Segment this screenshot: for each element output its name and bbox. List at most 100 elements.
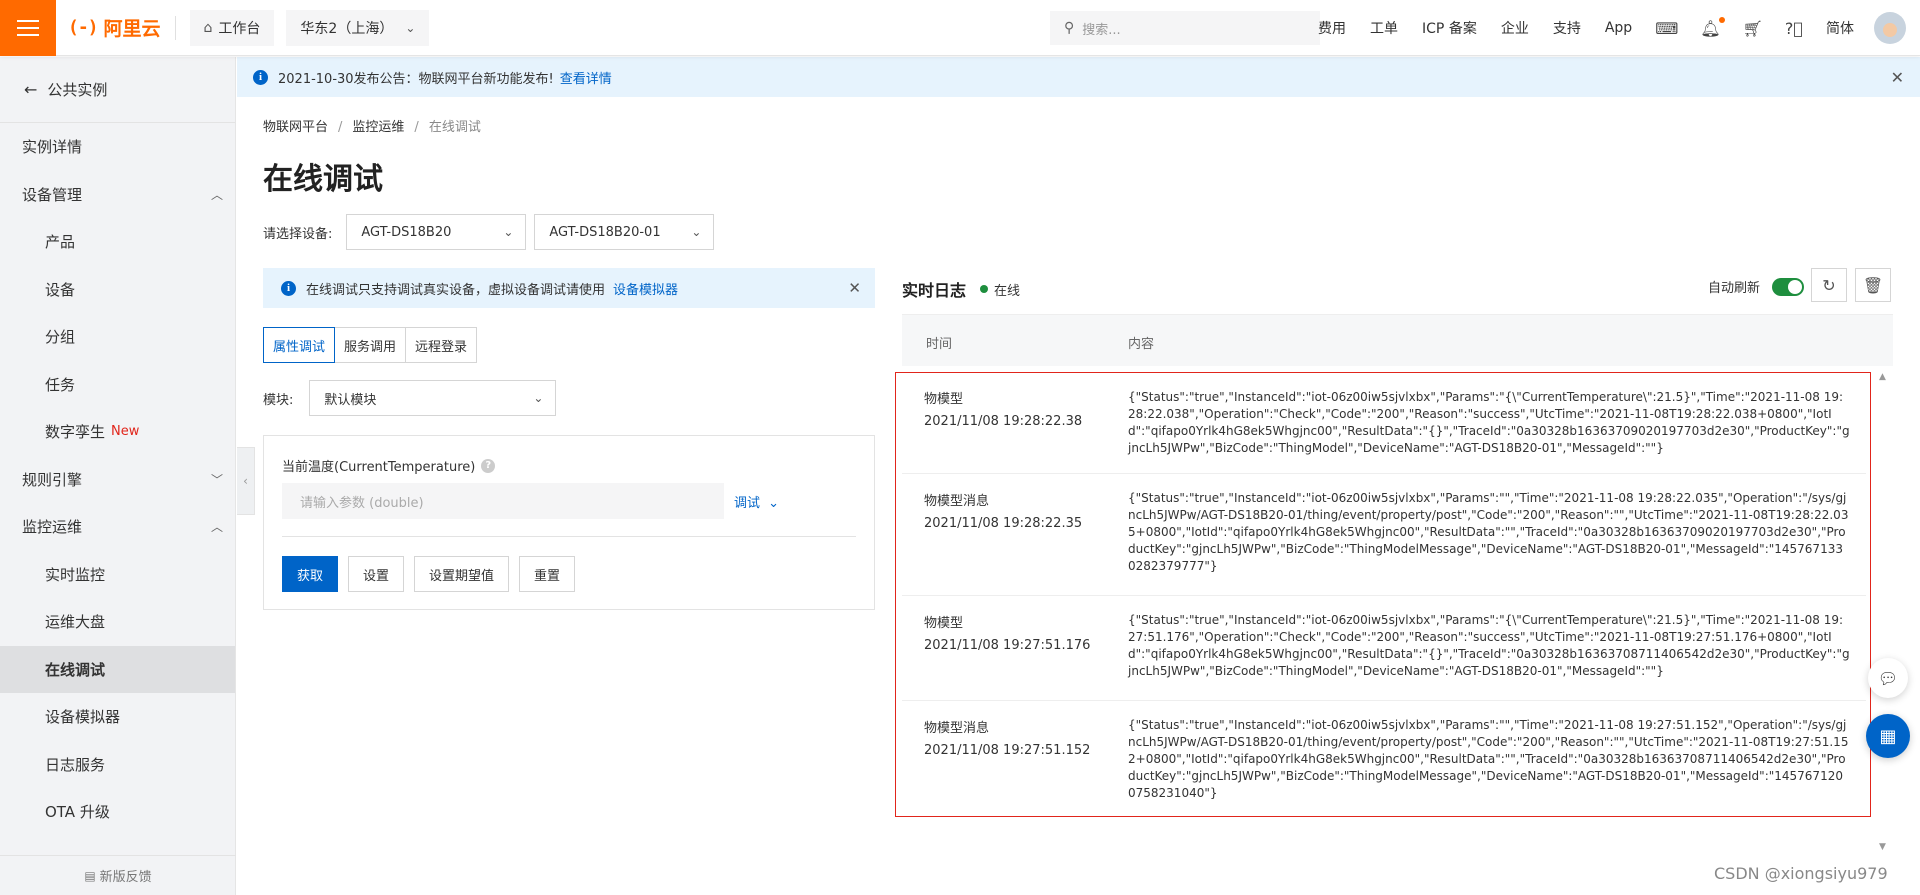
module-row: 模块: 默认模块 ⌄: [263, 380, 557, 416]
debug-dropdown-link[interactable]: 调试 ⌄: [734, 492, 779, 511]
product-select[interactable]: AGT-DS18B20 ⌄: [346, 214, 527, 250]
debug-link-label: 调试: [734, 496, 761, 511]
log-scrollbar[interactable]: ▲ ▼: [1878, 372, 1890, 852]
sidebar-item-products[interactable]: 产品: [0, 218, 235, 266]
avatar[interactable]: [1874, 12, 1906, 44]
scroll-up-icon[interactable]: ▲: [1879, 372, 1886, 382]
online-status: 在线: [980, 280, 1020, 299]
link-enterprise[interactable]: 企业: [1501, 18, 1529, 38]
device-select[interactable]: AGT-DS18B20-01 ⌄: [534, 214, 715, 250]
close-icon[interactable]: ✕: [848, 279, 861, 297]
global-search-input[interactable]: ⚲ 搜索...: [1050, 11, 1320, 45]
apps-float-button[interactable]: ▦: [1866, 714, 1910, 758]
status-dot-icon: [980, 285, 989, 293]
property-input-placeholder: 请输入参数 (double): [300, 495, 424, 511]
announcement-text: 2021-10-30发布公告：物联网平台新功能发布!: [278, 71, 554, 87]
feedback-icon: ▤: [84, 868, 96, 883]
sidebar-item-devices[interactable]: 设备: [0, 266, 235, 314]
tab-property-debug[interactable]: 属性调试: [263, 327, 336, 363]
sidebar-item-tasks[interactable]: 任务: [0, 361, 235, 409]
search-icon: ⚲: [1064, 20, 1075, 36]
sidebar-item-label: 设备模拟器: [45, 708, 121, 727]
bell-icon[interactable]: 🔔︎: [1700, 16, 1725, 38]
aliyun-logo[interactable]: (-) 阿里云: [68, 14, 161, 41]
auto-refresh-control: 自动刷新: [1708, 277, 1805, 296]
chevron-up-icon: ︿: [210, 520, 223, 535]
feedback-button[interactable]: ▤ 新版反馈: [0, 855, 236, 895]
property-label: 当前温度(CurrentTemperature) ?: [282, 456, 496, 475]
link-support[interactable]: 支持: [1553, 18, 1581, 38]
breadcrumb-monitoring[interactable]: 监控运维: [352, 120, 404, 135]
realtime-log-header: 实时日志 在线: [902, 277, 1020, 301]
workbench-button[interactable]: ⌂ 工作台: [189, 9, 275, 46]
simulator-link[interactable]: 设备模拟器: [613, 279, 678, 298]
sidebar-item-digital-twin[interactable]: 数字孪生 New: [0, 408, 235, 456]
refresh-icon: ↻: [1822, 275, 1836, 295]
sidebar-item-ota-upgrade[interactable]: OTA 升级: [0, 788, 235, 836]
apps-grid-icon: ▦: [1879, 725, 1897, 747]
announcement-link[interactable]: 查看详情: [560, 68, 612, 87]
property-value-input[interactable]: 请输入参数 (double): [282, 483, 724, 519]
back-label: 公共实例: [47, 81, 108, 99]
close-icon[interactable]: ✕: [1891, 68, 1904, 87]
tab-service-call[interactable]: 服务调用: [334, 327, 407, 363]
sidebar-item-label: 实时监控: [45, 565, 106, 584]
terminal-icon[interactable]: ⌨: [1655, 19, 1678, 38]
sidebar-item-realtime-monitor[interactable]: 实时监控: [0, 551, 235, 599]
sidebar-item-label: 任务: [45, 375, 76, 394]
sidebar-item-label: OTA 升级: [45, 803, 110, 822]
set-button[interactable]: 设置: [348, 556, 405, 592]
info-icon: i: [253, 69, 268, 85]
breadcrumb: 物联网平台 / 监控运维 / 在线调试: [263, 116, 481, 135]
workbench-label: 工作台: [218, 20, 261, 37]
module-select[interactable]: 默认模块 ⌄: [309, 380, 557, 416]
set-desired-button[interactable]: 设置期望值: [414, 556, 510, 592]
sidebar-item-online-debug[interactable]: 在线调试: [0, 645, 235, 693]
clear-log-button[interactable]: 🗑︎: [1855, 268, 1891, 302]
help-icon[interactable]: ?: [481, 458, 496, 473]
scroll-down-icon[interactable]: ▼: [1879, 842, 1886, 852]
language-switch[interactable]: 简体: [1826, 18, 1854, 38]
auto-refresh-toggle[interactable]: [1772, 277, 1805, 296]
property-name: 当前温度(CurrentTemperature): [282, 460, 476, 475]
region-selector[interactable]: 华东2（上海） ⌄: [286, 9, 430, 46]
get-button[interactable]: 获取: [282, 556, 339, 592]
notification-dot: [1718, 16, 1725, 23]
sidebar-item-groups[interactable]: 分组: [0, 313, 235, 361]
divider: [282, 536, 856, 537]
sidebar-item-label: 日志服务: [45, 755, 106, 774]
device-select-value: AGT-DS18B20-01: [549, 224, 661, 240]
sidebar-item-rules-engine[interactable]: 规则引擎 ﹀: [0, 456, 235, 504]
reset-button[interactable]: 重置: [519, 556, 576, 592]
chat-icon: 💬︎: [1877, 668, 1899, 688]
sidebar-item-label: 产品: [45, 233, 76, 252]
refresh-button[interactable]: ↻: [1811, 268, 1847, 302]
link-billing[interactable]: 费用: [1318, 18, 1346, 38]
hamburger-menu-button[interactable]: [0, 0, 56, 56]
help-icon[interactable]: ?⃝: [1785, 19, 1803, 38]
sidebar-item-monitoring-ops[interactable]: 监控运维 ︿: [0, 503, 235, 551]
link-icp[interactable]: ICP 备案: [1422, 18, 1477, 38]
sidebar-collapse-handle[interactable]: ‹: [237, 447, 255, 515]
sidebar-item-instance-details[interactable]: 实例详情: [0, 123, 235, 171]
breadcrumb-iot-platform[interactable]: 物联网平台: [263, 120, 328, 135]
breadcrumb-separator: /: [414, 120, 419, 135]
product-select-value: AGT-DS18B20: [361, 224, 452, 240]
sidebar-item-device-management[interactable]: 设备管理 ︿: [0, 171, 235, 219]
link-app[interactable]: App: [1605, 20, 1632, 36]
sidebar-item-device-simulator[interactable]: 设备模拟器: [0, 693, 235, 741]
sidebar-item-label: 规则引擎: [22, 470, 83, 489]
chat-float-button[interactable]: 💬︎: [1868, 658, 1908, 698]
tip-text: 在线调试只支持调试真实设备，虚拟设备调试请使用: [306, 282, 606, 298]
sidebar-item-label: 运维大盘: [45, 613, 106, 632]
cart-icon[interactable]: 🛒︎: [1743, 19, 1763, 38]
tab-remote-login[interactable]: 远程登录: [405, 327, 478, 363]
sidebar-item-ops-dashboard[interactable]: 运维大盘: [0, 598, 235, 646]
back-to-instance[interactable]: ← 公共实例: [0, 57, 235, 123]
link-tickets[interactable]: 工单: [1370, 18, 1398, 38]
sidebar-item-log-service[interactable]: 日志服务: [0, 741, 235, 789]
chevron-down-icon: ﹀: [210, 472, 223, 487]
aliyun-logo-icon: (-): [68, 17, 98, 38]
log-title: 实时日志: [902, 281, 967, 300]
chevron-down-icon: ⌄: [768, 496, 780, 511]
